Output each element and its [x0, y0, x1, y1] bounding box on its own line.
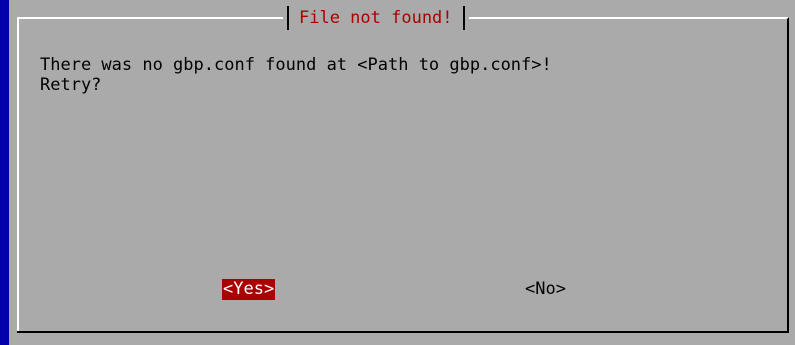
- title-right-tick: [462, 6, 465, 30]
- dialog-title-bar: File not found!: [283, 6, 469, 30]
- yesno-dialog: File not found! There was no gbp.conf fo…: [9, 0, 795, 345]
- no-button[interactable]: <No>: [524, 279, 567, 300]
- dialog-message: There was no gbp.conf found at <Path to …: [40, 55, 552, 95]
- dialog-title: File not found!: [299, 8, 453, 28]
- terminal-screen: File not found! There was no gbp.conf fo…: [0, 0, 795, 345]
- dialog-frame-bottom: [17, 331, 789, 333]
- message-line-1: There was no gbp.conf found at <Path to …: [40, 55, 552, 75]
- message-line-2: Retry?: [40, 75, 102, 95]
- yes-button[interactable]: <Yes>: [222, 279, 276, 300]
